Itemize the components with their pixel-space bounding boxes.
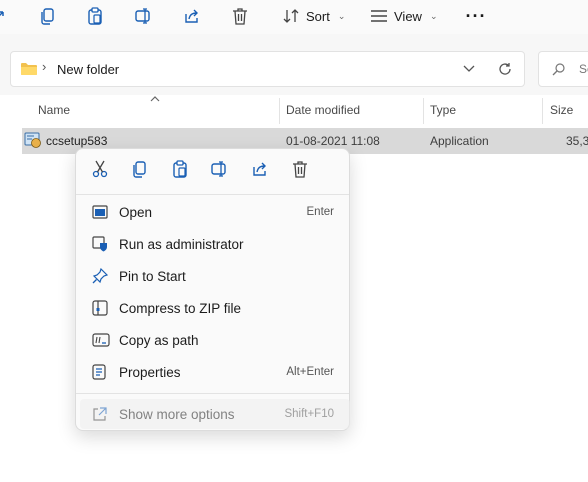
share-icon[interactable]: [180, 5, 204, 27]
column-divider[interactable]: [423, 98, 424, 124]
search-icon: [552, 63, 565, 76]
partial-share-icon[interactable]: [0, 5, 14, 27]
menu-item-label: Compress to ZIP file: [119, 300, 242, 316]
menu-item-compress-zip[interactable]: Compress to ZIP file: [86, 293, 344, 323]
column-header-size[interactable]: Size: [550, 103, 573, 119]
copy-icon[interactable]: [36, 5, 60, 27]
sort-button[interactable]: Sort ⌄: [282, 5, 345, 27]
zip-icon: [92, 300, 108, 316]
column-divider[interactable]: [542, 98, 543, 124]
menu-item-run-as-admin[interactable]: Run as administrator: [86, 229, 344, 259]
column-divider[interactable]: [279, 98, 280, 124]
share-icon[interactable]: [251, 160, 269, 178]
paste-icon[interactable]: [83, 5, 107, 27]
menu-item-label: Properties: [119, 364, 181, 380]
rename-icon[interactable]: [132, 5, 156, 27]
cut-icon[interactable]: [91, 160, 109, 178]
column-header-type[interactable]: Type: [430, 103, 456, 119]
paste-icon[interactable]: [171, 160, 189, 178]
file-date: 01-08-2021 11:08: [286, 134, 380, 148]
menu-item-label: Copy as path: [119, 332, 199, 348]
sort-label: Sort: [306, 8, 330, 24]
application-icon: [24, 132, 41, 148]
column-header-date[interactable]: Date modified: [286, 103, 360, 119]
view-label: View: [394, 8, 422, 24]
menu-item-show-more-options[interactable]: Show more options Shift+F10: [80, 399, 350, 429]
chevron-right-icon[interactable]: ›: [42, 59, 46, 74]
delete-icon[interactable]: [228, 5, 252, 27]
menu-item-properties[interactable]: Properties Alt+Enter: [86, 357, 344, 387]
breadcrumb-folder[interactable]: New folder: [57, 62, 119, 77]
open-icon: [92, 205, 108, 219]
menu-divider: [76, 393, 349, 394]
sort-up-icon: [150, 96, 160, 102]
column-header-name[interactable]: Name: [38, 103, 70, 119]
menu-item-copy-as-path[interactable]: Copy as path: [86, 325, 344, 355]
menu-item-shortcut: Alt+Enter: [286, 366, 334, 378]
delete-icon[interactable]: [291, 160, 309, 178]
menu-item-label: Pin to Start: [119, 268, 186, 284]
search-placeholder: Se: [579, 62, 588, 76]
menu-divider: [76, 194, 349, 195]
search-box[interactable]: Se: [538, 51, 588, 87]
more-icon[interactable]: ···: [464, 5, 488, 27]
rename-icon[interactable]: [211, 160, 229, 178]
copy-icon[interactable]: [131, 160, 149, 178]
menu-item-label: Open: [119, 204, 153, 220]
view-icon: [371, 10, 387, 22]
shield-icon: [92, 236, 107, 252]
menu-item-pin-to-start[interactable]: Pin to Start: [86, 261, 344, 291]
chevron-down-icon: ⌄: [337, 10, 346, 21]
view-button[interactable]: View ⌄: [370, 5, 438, 27]
sort-icon: [283, 9, 299, 23]
properties-icon: [92, 364, 106, 380]
chevron-down-icon: ⌄: [429, 10, 438, 21]
file-name[interactable]: ccsetup583: [46, 134, 107, 148]
pin-icon: [92, 268, 108, 284]
file-type: Application: [430, 134, 489, 148]
menu-item-shortcut: Shift+F10: [284, 408, 334, 420]
menu-item-label: Show more options: [119, 406, 235, 422]
external-icon: [93, 406, 107, 421]
chevron-down-icon[interactable]: [463, 65, 475, 73]
menu-item-label: Run as administrator: [119, 236, 244, 252]
refresh-icon[interactable]: [498, 62, 512, 76]
file-size: 35,3: [566, 134, 588, 148]
menu-item-open[interactable]: Open Enter: [86, 197, 344, 227]
address-bar[interactable]: › New folder: [10, 51, 525, 87]
path-icon: [92, 333, 110, 347]
menu-item-shortcut: Enter: [306, 206, 335, 218]
command-bar: Sort ⌄ View ⌄ ···: [0, 0, 588, 34]
folder-icon: [21, 63, 37, 75]
